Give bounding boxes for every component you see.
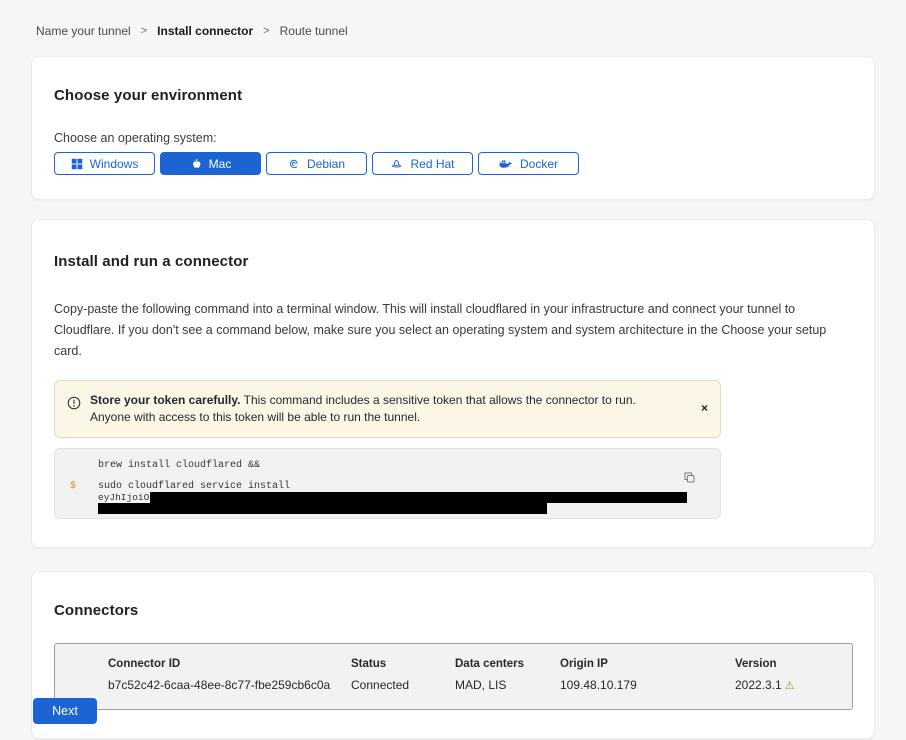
install-description: Copy-paste the following command into a …: [54, 299, 844, 362]
apple-icon: [190, 157, 202, 170]
os-button-debian[interactable]: Debian: [266, 152, 367, 175]
code-line-brew: brew install cloudflared &&: [98, 460, 706, 471]
column-header-status: Status: [351, 658, 455, 670]
column-header-origin-ip: Origin IP: [560, 658, 735, 670]
choose-environment-title: Choose your environment: [54, 87, 852, 104]
os-button-label: Windows: [90, 157, 139, 171]
os-button-docker[interactable]: Docker: [478, 152, 579, 175]
version-number: 2022.3.1: [735, 678, 782, 692]
redacted-token-bar: [150, 492, 687, 503]
shell-prompt: $: [70, 481, 98, 492]
code-line-sudo: $sudo cloudflared service install: [70, 481, 706, 492]
os-button-redhat[interactable]: Red Hat: [372, 152, 473, 175]
token-warning-bold: Store your token carefully.: [90, 393, 241, 407]
copy-icon[interactable]: [683, 471, 696, 487]
breadcrumb-separator: >: [141, 25, 147, 37]
connector-id-value: b7c52c42-6caa-48ee-8c77-fbe259cb6c0a: [108, 678, 351, 692]
token-prefix: eyJhIjoiO: [98, 492, 149, 503]
install-command-code-block: brew install cloudflared && $sudo cloudf…: [54, 448, 721, 519]
origin-ip-value: 109.48.10.179: [560, 678, 735, 692]
os-select-label: Choose an operating system:: [54, 131, 852, 145]
breadcrumb-name-your-tunnel[interactable]: Name your tunnel: [36, 24, 131, 38]
breadcrumb: Name your tunnel > Install connector > R…: [0, 0, 906, 38]
os-button-group: Windows Mac Debian: [54, 152, 852, 175]
os-button-label: Red Hat: [410, 157, 454, 171]
token-line: eyJhIjoiO: [98, 492, 706, 503]
version-value: 2022.3.1⚠: [735, 678, 852, 692]
connectors-card: Connectors Connector ID Status Data cent…: [31, 571, 875, 739]
choose-environment-card: Choose your environment Choose an operat…: [31, 56, 875, 200]
os-button-label: Debian: [307, 157, 345, 171]
os-button-label: Docker: [520, 157, 558, 171]
debian-icon: [288, 158, 300, 170]
close-icon[interactable]: ×: [701, 402, 708, 414]
redacted-token-bar: [98, 503, 547, 514]
alert-circle-icon: [67, 396, 81, 415]
column-header-connector-id: Connector ID: [108, 658, 351, 670]
code-line-sudo-text: sudo cloudflared service install: [98, 481, 290, 492]
breadcrumb-separator: >: [263, 25, 269, 37]
connectors-title: Connectors: [54, 602, 852, 619]
install-connector-card: Install and run a connector Copy-paste t…: [31, 219, 875, 548]
os-button-mac[interactable]: Mac: [160, 152, 261, 175]
os-button-windows[interactable]: Windows: [54, 152, 155, 175]
column-header-data-centers: Data centers: [455, 658, 560, 670]
docker-icon: [499, 158, 513, 169]
connectors-table: Connector ID Status Data centers Origin …: [54, 643, 853, 710]
next-button[interactable]: Next: [33, 698, 97, 724]
token-warning-text: Store your token carefully. This command…: [90, 392, 692, 426]
windows-icon: [71, 158, 83, 170]
data-centers-value: MAD, LIS: [455, 678, 560, 692]
breadcrumb-route-tunnel[interactable]: Route tunnel: [280, 24, 348, 38]
breadcrumb-install-connector[interactable]: Install connector: [157, 24, 253, 38]
os-button-label: Mac: [209, 157, 232, 171]
token-warning-banner: Store your token carefully. This command…: [54, 380, 721, 438]
column-header-version: Version: [735, 658, 852, 670]
warning-triangle-icon: ⚠: [785, 680, 795, 692]
redhat-icon: [390, 158, 403, 170]
install-connector-title: Install and run a connector: [54, 253, 844, 270]
status-badge: Connected: [351, 678, 455, 692]
